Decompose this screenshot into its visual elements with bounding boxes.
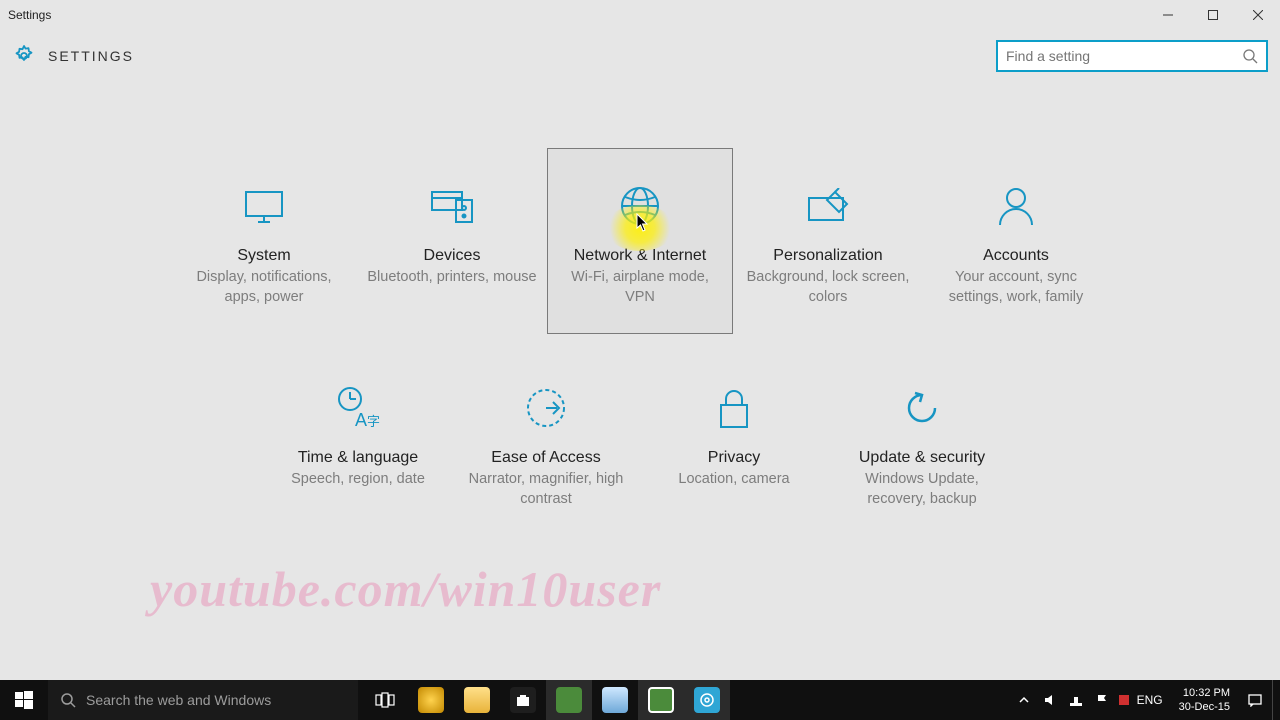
update-icon [901,386,943,430]
taskbar-app-store[interactable] [500,680,546,720]
start-button[interactable] [0,680,48,720]
tray-volume-icon[interactable] [1041,691,1059,709]
minimize-button[interactable] [1145,0,1190,30]
titlebar: Settings [0,0,1280,30]
taskbar-app-explorer[interactable] [454,680,500,720]
tile-label: System [237,246,290,266]
tile-privacy[interactable]: Privacy Location, camera [641,366,827,536]
devices-icon [428,184,476,228]
tile-desc: Background, lock screen, colors [735,267,921,307]
app-icon [418,687,444,713]
search-input[interactable] [1006,48,1242,64]
svg-text:A: A [355,410,367,430]
svg-text:字: 字 [367,414,380,429]
taskbar-search-placeholder: Search the web and Windows [86,692,271,708]
page-title: SETTINGS [48,48,134,64]
time-language-icon: A 字 [335,386,381,430]
settings-grid: System Display, notifications, apps, pow… [0,148,1280,536]
tile-label: Privacy [708,448,760,468]
tile-label: Network & Internet [574,246,707,266]
task-view-button[interactable] [362,680,408,720]
taskbar-app[interactable] [592,680,638,720]
cursor-icon [636,213,650,233]
tile-devices[interactable]: Devices Bluetooth, printers, mouse [359,148,545,334]
tile-desc: Location, camera [670,469,797,489]
watermark: youtube.com/win10user [150,560,661,618]
settings-window: Settings SETTINGS [0,0,1280,720]
search-icon [1242,48,1258,64]
tile-desc: Display, notifications, apps, power [171,267,357,307]
tile-desc: Speech, region, date [283,469,433,489]
tray-chevron-up-icon[interactable] [1015,691,1033,709]
tile-label: Accounts [983,246,1049,266]
app-icon [556,687,582,713]
store-icon [510,687,536,713]
folder-icon [464,687,490,713]
accounts-icon [996,184,1036,228]
tile-label: Ease of Access [491,448,600,468]
taskbar-app[interactable] [546,680,592,720]
search-icon [60,692,76,708]
header: SETTINGS [0,34,1280,78]
ease-of-access-icon [525,386,567,430]
tile-update-security[interactable]: Update & security Windows Update, recove… [829,366,1015,536]
tray-notifications-icon[interactable] [1246,691,1264,709]
tile-system[interactable]: System Display, notifications, apps, pow… [171,148,357,334]
tile-ease-of-access[interactable]: Ease of Access Narrator, magnifier, high… [453,366,639,536]
tray-date: 30-Dec-15 [1179,700,1230,714]
tile-desc: Narrator, magnifier, high contrast [453,469,639,509]
window-controls [1145,0,1280,30]
gear-icon [694,687,720,713]
display-icon [242,184,286,228]
tile-personalization[interactable]: Personalization Background, lock screen,… [735,148,921,334]
system-tray: ENG 10:32 PM 30-Dec-15 [1015,680,1280,720]
windows-icon [15,691,33,709]
task-view-icon [375,692,395,708]
tile-label: Personalization [773,246,882,266]
show-desktop-button[interactable] [1272,680,1278,720]
tray-flag-icon[interactable] [1093,691,1111,709]
close-button[interactable] [1235,0,1280,30]
app-icon [602,687,628,713]
taskbar-app-settings[interactable] [684,680,730,720]
taskbar: Search the web and Windows ENG 10:32 PM … [0,680,1280,720]
tray-language[interactable]: ENG [1137,693,1163,707]
maximize-button[interactable] [1190,0,1235,30]
tile-accounts[interactable]: Accounts Your account, sync settings, wo… [923,148,1109,334]
tray-time: 10:32 PM [1179,686,1230,700]
tile-desc: Bluetooth, printers, mouse [359,267,544,287]
tile-desc: Windows Update, recovery, backup [829,469,1015,509]
personalization-icon [805,184,851,228]
tray-network-icon[interactable] [1067,691,1085,709]
gear-icon [12,44,36,68]
lock-icon [716,386,752,430]
tray-clock[interactable]: 10:32 PM 30-Dec-15 [1171,686,1238,714]
taskbar-app[interactable] [638,680,684,720]
tray-status-icon[interactable] [1119,695,1129,705]
tile-desc: Your account, sync settings, work, famil… [923,267,1109,307]
search-box[interactable] [996,40,1268,72]
taskbar-app[interactable] [408,680,454,720]
tile-label: Devices [424,246,481,266]
taskbar-apps [362,680,730,720]
tile-network-internet[interactable]: Network & Internet Wi-Fi, airplane mode,… [547,148,733,334]
tile-label: Update & security [859,448,985,468]
tile-label: Time & language [298,448,418,468]
tile-desc: Wi-Fi, airplane mode, VPN [548,267,732,307]
tile-time-language[interactable]: A 字 Time & language Speech, region, date [265,366,451,536]
close-icon [1253,10,1263,20]
minimize-icon [1163,10,1173,20]
app-icon [648,687,674,713]
maximize-icon [1208,10,1218,20]
taskbar-search[interactable]: Search the web and Windows [48,680,358,720]
window-title: Settings [8,8,51,22]
